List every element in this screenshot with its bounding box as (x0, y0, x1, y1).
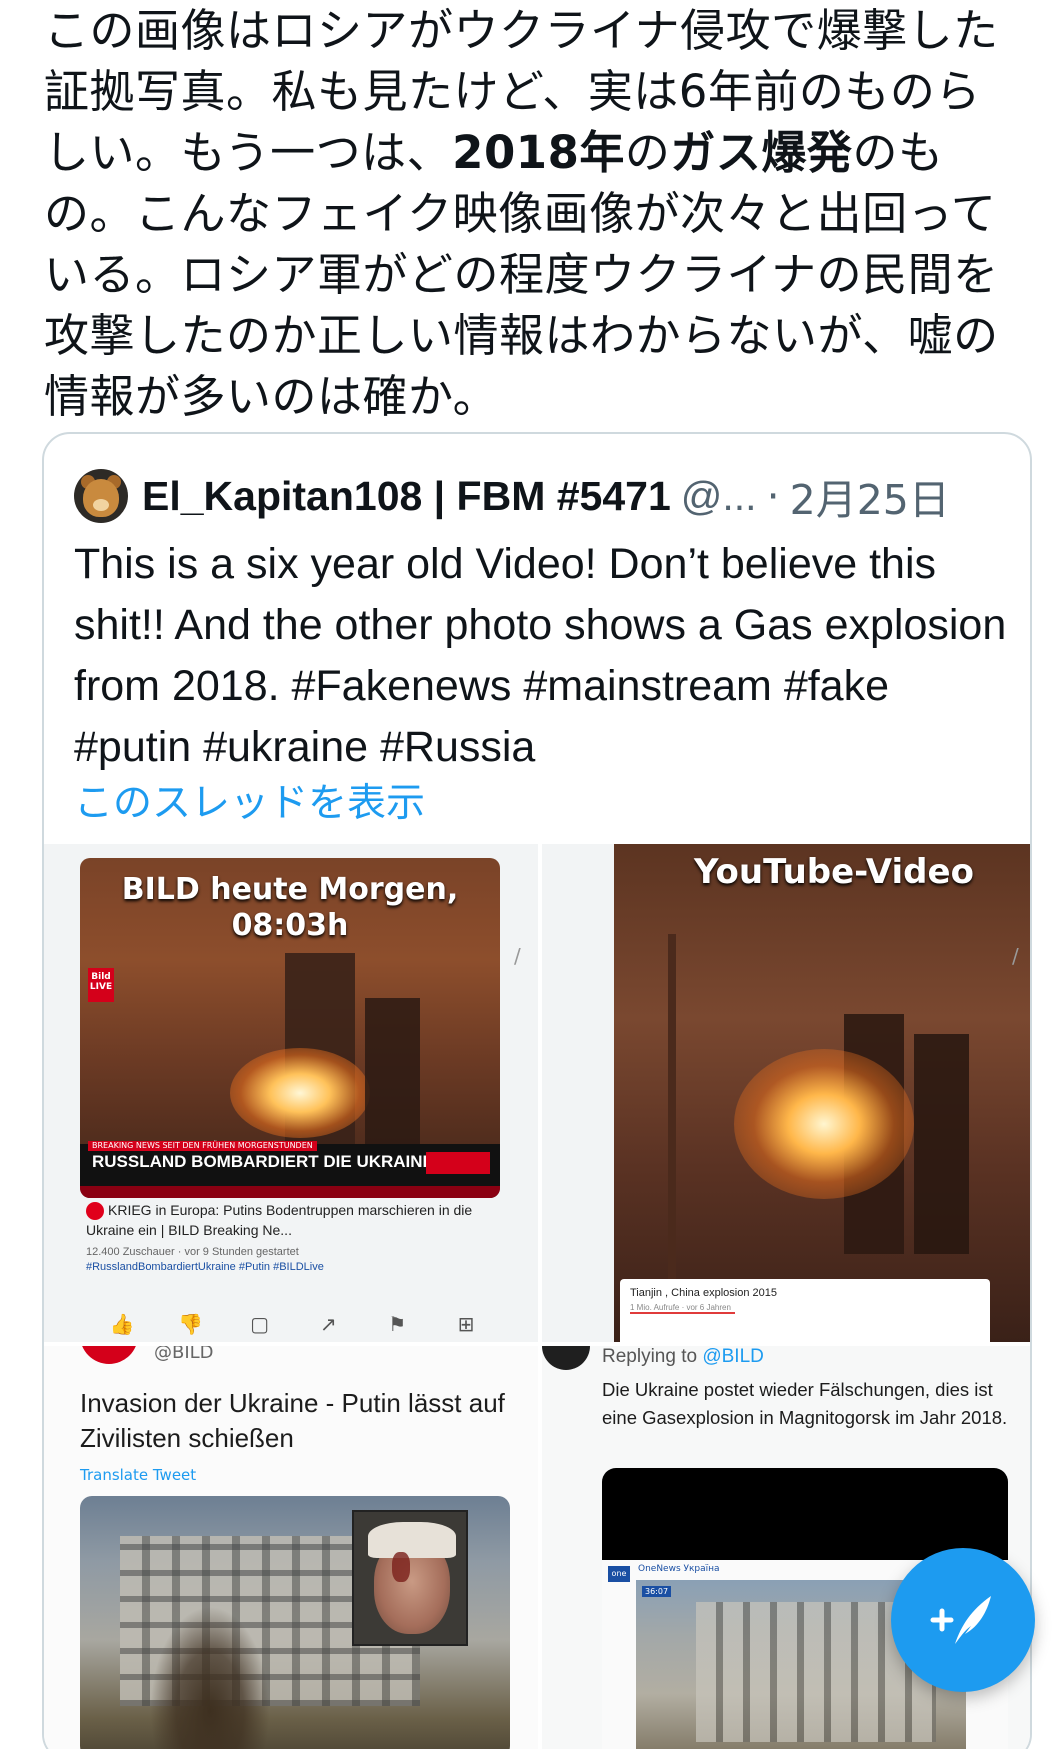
tweet-text-part: の (624, 126, 671, 179)
quoted-tweet-card[interactable]: El_Kapitan108 | FBM #5471 @... · 2月25日 T… (42, 432, 1032, 1749)
news-logo: one (608, 1566, 630, 1582)
quoted-tweet-header: El_Kapitan108 | FBM #5471 @... · 2月25日 (74, 466, 1024, 526)
video-actions: 👍 👎 ▢ ↗ ⚑ ⊞ (104, 1312, 484, 1336)
injured-woman-inset (352, 1510, 468, 1646)
compose-tweet-button[interactable] (891, 1548, 1035, 1692)
translate-link: Translate Tweet (80, 1466, 197, 1484)
like-icon: 👍 (109, 1312, 135, 1336)
news-channel-name: OneNews Україна (638, 1564, 720, 1574)
dislike-icon: 👎 (178, 1312, 204, 1336)
media-grid[interactable]: BILD heute Morgen, 08:03h Bild LIVE BREA… (44, 844, 1030, 1749)
ticker-bottom-bar (80, 1186, 500, 1198)
avatar[interactable] (74, 469, 128, 523)
show-thread-link[interactable]: このスレッドを表示 (74, 772, 425, 828)
share-icon: ↗ (320, 1312, 337, 1336)
bild-video-frame: BILD heute Morgen, 08:03h Bild LIVE BREA… (80, 858, 500, 1198)
clip-icon: ⊞ (457, 1312, 475, 1336)
youtube-video-frame: YouTube-Video (614, 844, 1030, 1342)
replying-to: Replying to @BILD (602, 1346, 764, 1368)
bild-avatar (80, 1346, 138, 1364)
damaged-building-photo (80, 1496, 510, 1749)
explosion-glow (734, 1049, 914, 1199)
display-name[interactable]: El_Kapitan108 | FBM #5471 (142, 473, 671, 520)
edge-mark-icon: / (514, 944, 521, 968)
report-icon: ⚑ (388, 1312, 407, 1336)
bild-logo: Bild LIVE (88, 968, 114, 1002)
youtube-caption-meta: 1 Mio. Aufrufe · vor 6 Jahren (630, 1303, 735, 1314)
replying-prefix: Replying to (602, 1346, 698, 1367)
bild-overlay-title: BILD heute Morgen, 08:03h (121, 872, 459, 943)
news-timestamp: 36:07 (642, 1586, 672, 1597)
youtube-overlay-title: YouTube-Video (694, 852, 974, 892)
tweet-text: この画像はロシアがウクライナ侵攻で爆撃した証拠写真。私も見たけど、実は6年前のも… (44, 0, 1014, 427)
replying-handle: @BILD (702, 1346, 764, 1367)
youtube-caption: Tianjin , China explosion 2015 1 Mio. Au… (620, 1279, 990, 1342)
video-tags: #RusslandBombardiertUkraine #Putin #BILD… (86, 1261, 324, 1274)
tweet-text-bold: 2018年 (452, 126, 625, 179)
tweet-date[interactable]: 2月25日 (790, 466, 950, 526)
compose-tweet-icon (930, 1596, 991, 1644)
quoted-tweet-body: This is a six year old Video! Don’t beli… (74, 540, 1007, 771)
video-title: KRIEG in Europa: Putins Bodentruppen mar… (86, 1202, 473, 1239)
video-stats: 12.400 Zuschauer · vor 9 Stunden gestart… (86, 1246, 299, 1259)
separator-dot: · (766, 472, 780, 520)
user-handle[interactable]: @... (681, 473, 757, 520)
ticker-label: BREAKING NEWS SEIT DEN FRÜHEN MORGENSTUN… (88, 1141, 317, 1151)
bild-tweet-text: Invasion der Ukraine - Putin lässt auf Z… (80, 1388, 505, 1453)
video-meta: KRIEG in Europa: Putins Bodentruppen mar… (86, 1200, 506, 1274)
save-icon: ▢ (250, 1312, 270, 1336)
bild-handle: @BILD (154, 1346, 214, 1363)
media-bild-screenshot[interactable]: BILD heute Morgen, 08:03h Bild LIVE BREA… (44, 844, 538, 1342)
ticker-badge (426, 1152, 490, 1174)
ticker-headline: RUSSLAND BOMBARDIERT DIE UKRAINE (92, 1152, 434, 1171)
youtube-caption-title: Tianjin , China explosion 2015 (630, 1287, 777, 1299)
live-dot-icon (86, 1202, 104, 1221)
reply-tweet-text: Die Ukraine postet wieder Fälschungen, d… (602, 1379, 1008, 1428)
tweet-text-bold: ガス爆発 (670, 126, 853, 179)
reply-avatar (542, 1346, 590, 1370)
media-bild-tweet-screenshot[interactable]: @BILD Invasion der Ukraine - Putin lässt… (44, 1346, 538, 1749)
edge-mark-icon: / (1012, 944, 1019, 968)
media-youtube-screenshot[interactable]: YouTube-Video Tianjin , China explosion … (542, 844, 1030, 1342)
explosion-glow (230, 1048, 370, 1138)
